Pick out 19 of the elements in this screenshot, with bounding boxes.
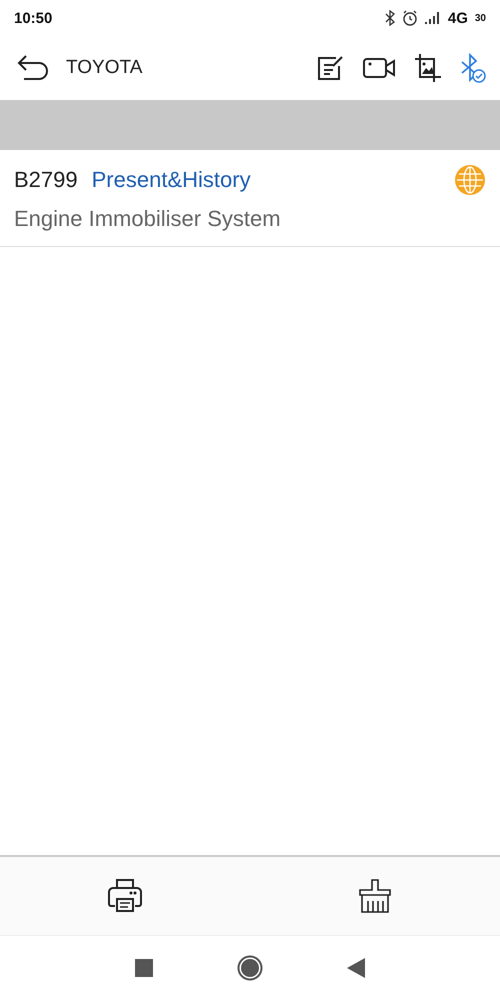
screen-title: TOYOTA	[66, 57, 144, 79]
fault-code: B2799	[14, 167, 78, 193]
signal-icon	[424, 12, 441, 24]
network-type: 4G	[448, 10, 468, 26]
back-button[interactable]	[16, 53, 50, 83]
note-icon[interactable]	[316, 54, 344, 82]
back-nav-button[interactable]	[347, 958, 365, 978]
status-time: 10:50	[14, 10, 52, 26]
video-camera-icon[interactable]	[362, 56, 396, 80]
bluetooth-icon	[384, 10, 395, 26]
alarm-icon	[402, 10, 418, 26]
fault-system: Engine Immobiliser System	[14, 206, 282, 232]
screenshot-icon[interactable]	[414, 53, 442, 83]
bluetooth-connected-icon[interactable]	[460, 53, 486, 83]
print-button[interactable]	[107, 878, 143, 914]
brush-button[interactable]	[357, 878, 393, 914]
battery-level: 30	[474, 12, 486, 24]
fault-status: Present&History	[92, 167, 252, 193]
home-button[interactable]	[237, 955, 263, 981]
